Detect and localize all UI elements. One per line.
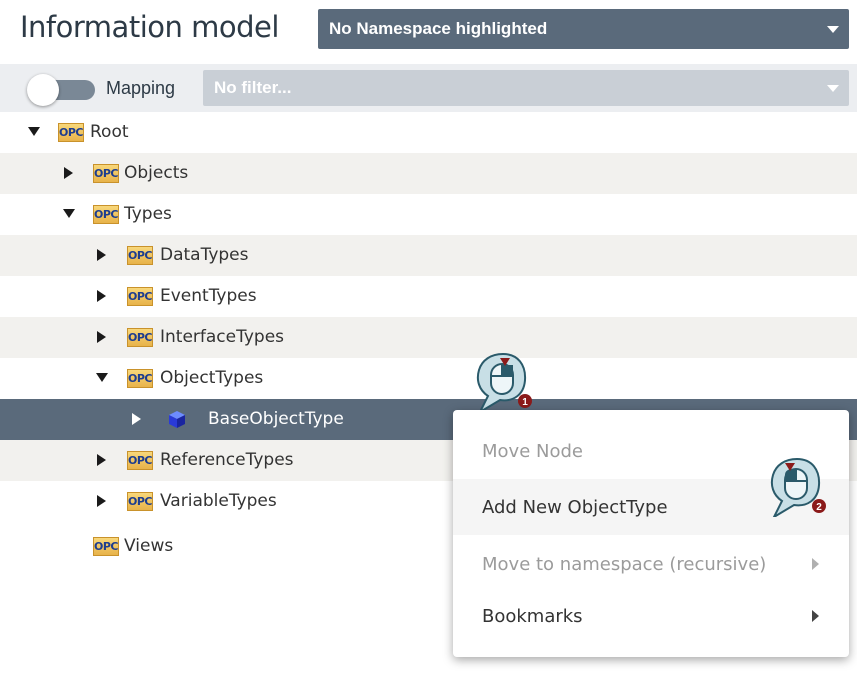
collapse-arrow-icon[interactable] [97, 290, 106, 302]
chevron-down-icon [827, 85, 839, 92]
namespace-select-value: No Namespace highlighted [329, 19, 548, 38]
collapse-arrow-icon[interactable] [97, 454, 106, 466]
page-title: Information model [20, 10, 279, 44]
opc-folder-icon: OPC [93, 537, 119, 556]
opc-folder-icon: OPC [127, 328, 153, 347]
toggle-knob [27, 74, 59, 106]
tree-node-label: Types [124, 204, 172, 224]
opc-folder-icon: OPC [93, 164, 119, 183]
tree-node-label: BaseObjectType [208, 409, 344, 429]
filter-placeholder: No filter... [214, 78, 292, 97]
expand-arrow-icon[interactable] [28, 127, 40, 136]
menu-item-label: Add New ObjectType [482, 497, 668, 518]
opc-folder-icon: OPC [127, 287, 153, 306]
menu-item-move-to-namespace[interactable]: Move to namespace (recursive) [453, 536, 849, 592]
filter-select[interactable]: No filter... [203, 70, 849, 106]
tree-node-label: Objects [124, 163, 189, 183]
menu-item-label: Bookmarks [482, 606, 583, 627]
mapping-label: Mapping [106, 78, 176, 98]
tree-node-objecttypes[interactable]: OPC ObjectTypes [0, 358, 857, 399]
callout-step-1: 1 [522, 397, 528, 408]
menu-item-label: Move Node [482, 441, 583, 462]
opc-folder-icon: OPC [93, 205, 119, 224]
menu-item-bookmarks[interactable]: Bookmarks [453, 588, 849, 644]
object-type-cube-icon [169, 411, 185, 428]
chevron-down-icon [827, 26, 839, 33]
tree-node-root[interactable]: OPC Root [0, 112, 857, 153]
tree-node-datatypes[interactable]: OPC DataTypes [0, 235, 857, 276]
namespace-select[interactable]: No Namespace highlighted [318, 9, 849, 49]
menu-item-label: Move to namespace (recursive) [482, 554, 767, 575]
tree-node-label: DataTypes [160, 245, 249, 265]
tree-node-label: Views [124, 536, 174, 556]
tree-node-label: InterfaceTypes [160, 327, 285, 347]
opc-folder-icon: OPC [127, 451, 153, 470]
collapse-arrow-icon[interactable] [64, 167, 73, 179]
tree-node-label: Root [90, 122, 129, 142]
tree-node-eventtypes[interactable]: OPC EventTypes [0, 276, 857, 317]
tree-node-label: VariableTypes [160, 491, 277, 511]
context-menu: Move Node Add New ObjectType Move to nam… [453, 410, 849, 657]
tree-node-types[interactable]: OPC Types [0, 194, 857, 235]
tree-node-label: ObjectTypes [160, 368, 264, 388]
tree-scrollbar[interactable] [849, 112, 857, 673]
collapse-arrow-icon[interactable] [97, 495, 106, 507]
submenu-arrow-icon [812, 558, 819, 570]
collapse-arrow-icon[interactable] [97, 331, 106, 343]
left-click-mouse-icon: 2 [770, 457, 826, 517]
tree-node-label: ReferenceTypes [160, 450, 294, 470]
tree-node-label: EventTypes [160, 286, 257, 306]
collapse-arrow-icon[interactable] [97, 249, 106, 261]
tree-node-interfacetypes[interactable]: OPC InterfaceTypes [0, 317, 857, 358]
opc-folder-icon: OPC [127, 369, 153, 388]
callout-step-2: 2 [816, 502, 822, 513]
tree-node-objects[interactable]: OPC Objects [0, 153, 857, 194]
expand-arrow-icon[interactable] [63, 209, 75, 218]
opc-folder-icon: OPC [127, 492, 153, 511]
submenu-arrow-icon [812, 610, 819, 622]
opc-folder-icon: OPC [127, 246, 153, 265]
header: Information model No Namespace highlight… [0, 0, 857, 64]
opc-folder-icon: OPC [58, 123, 84, 142]
mapping-toggle[interactable] [27, 72, 97, 108]
collapse-arrow-icon[interactable] [132, 413, 141, 425]
expand-arrow-icon[interactable] [96, 373, 108, 382]
right-click-mouse-icon: 1 [476, 352, 532, 412]
